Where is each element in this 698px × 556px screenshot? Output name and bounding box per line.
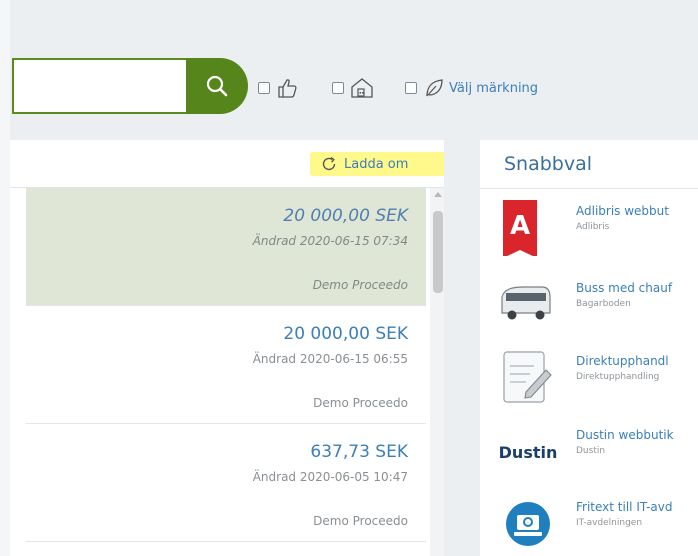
thumbs-up-checkbox[interactable] — [258, 82, 270, 94]
adlibris-logo-icon: A — [503, 200, 537, 256]
quick-link-sub: Dustin — [576, 446, 606, 456]
it-support-icon — [506, 502, 550, 546]
bus-icon — [501, 286, 551, 320]
item-owner: Demo Proceedo — [313, 514, 408, 528]
panel-gap — [444, 140, 480, 556]
item-owner: Demo Proceedo — [312, 278, 408, 292]
choose-marking-link[interactable]: Välj märkning — [449, 81, 538, 96]
item-modified: Ändrad 2020-06-15 07:34 — [252, 234, 408, 248]
search-input[interactable] — [12, 58, 190, 114]
item-amount: 637,73 SEK — [310, 442, 408, 462]
quick-link-name: Buss med chauf — [576, 281, 673, 295]
svg-text:A: A — [510, 211, 530, 241]
quick-link-bus[interactable]: Buss med chauf Bagarboden — [500, 277, 698, 333]
dustin-logo-text: Dustin — [498, 442, 558, 462]
list-item[interactable]: 637,73 SEK Ändrad 2020-06-05 10:47 Demo … — [26, 424, 426, 542]
leaf-icon — [426, 79, 443, 97]
scrollbar-thumb[interactable] — [433, 211, 443, 293]
quick-link-sub: Direktupphandling — [576, 372, 660, 382]
search-button[interactable] — [186, 58, 248, 114]
list-item[interactable]: 20 000,00 SEK Ändrad 2020-06-15 06:55 De… — [26, 306, 426, 424]
refresh-icon — [322, 156, 336, 171]
list-toolbar: Ladda om — [10, 140, 470, 188]
quick-choice-panel: Snabbval A Adlibris webbut Adlibris Buss… — [480, 140, 698, 556]
quick-link-name: Direktupphandl — [576, 354, 669, 368]
item-modified: Ändrad 2020-06-05 10:47 — [252, 470, 408, 484]
reload-label: Ladda om — [344, 156, 409, 172]
filter-eco[interactable]: Välj märkning — [405, 75, 538, 101]
quick-link-adlibris[interactable]: A Adlibris webbut Adlibris — [500, 200, 698, 256]
thumbs-up-icon — [278, 79, 297, 98]
list-item[interactable]: 20 000,00 SEK Ändrad 2020-06-15 07:34 De… — [26, 188, 426, 306]
document-edit-icon — [503, 351, 552, 403]
quick-link-it[interactable]: Fritext till IT-avd IT-avdelningen — [500, 496, 698, 552]
quick-link-sub: Bagarboden — [576, 299, 631, 309]
quick-link-name: Adlibris webbut — [576, 204, 669, 218]
scroll-up-icon[interactable] — [434, 192, 442, 197]
divider — [480, 188, 698, 189]
quick-link-dustin[interactable]: Dustin Dustin webbutik Dustin — [498, 424, 698, 480]
quick-link-sub: Adlibris — [576, 222, 610, 232]
search-icon — [206, 75, 228, 97]
quick-link-name: Dustin webbutik — [576, 428, 674, 442]
reload-button[interactable]: Ladda om — [320, 152, 408, 176]
item-amount: 20 000,00 SEK — [283, 324, 408, 344]
filter-local[interactable] — [332, 75, 374, 101]
item-modified: Ändrad 2020-06-15 06:55 — [252, 352, 408, 366]
dustin-logo-icon: Dustin — [498, 424, 558, 480]
eco-checkbox[interactable] — [405, 82, 417, 94]
order-list-panel: Ladda om 20 000,00 SEK Ändrad 2020-06-15… — [10, 140, 470, 556]
quick-link-name: Fritext till IT-avd — [576, 500, 673, 514]
filter-thumbs-up[interactable] — [258, 75, 298, 101]
panel-title: Snabbval — [504, 153, 593, 175]
quick-link-sub: IT-avdelningen — [576, 518, 643, 528]
item-amount: 20 000,00 SEK — [283, 206, 408, 226]
item-owner: Demo Proceedo — [313, 396, 408, 410]
quick-link-direct[interactable]: Direktupphandl Direktupphandling — [500, 350, 698, 406]
building-icon — [351, 78, 373, 98]
local-checkbox[interactable] — [332, 82, 344, 94]
